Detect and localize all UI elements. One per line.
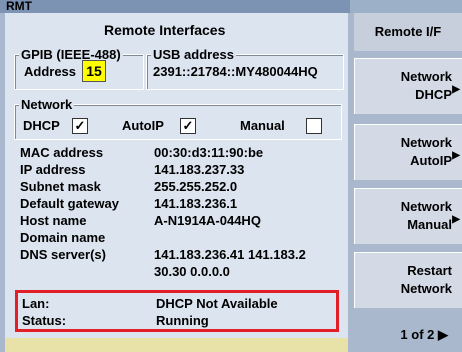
row-value: 141.183.236.1 [154,196,238,211]
softkey-label-line2: DHCP [415,87,452,102]
title-bar: RMT [0,0,350,13]
softkey-label-line1: Restart [407,263,452,278]
row-value: 00:30:d3:11:90:be [154,145,264,160]
lan-label: Lan: [22,296,50,311]
softkey-label-line2: Manual [407,217,452,232]
network-group: Network [14,98,342,140]
row-value: 255.255.252.0 [154,179,238,194]
row-value: 141.183.237.33 [154,162,245,177]
gpib-address-label: Address [24,64,77,79]
gpib-address-field[interactable]: 15 [82,60,106,82]
status-label: Status: [22,313,67,328]
title-bar-right [350,0,462,13]
page-indicator-label: 1 of 2 [400,327,435,342]
autoip-label: AutoIP [122,118,164,133]
network-legend: Network [19,97,75,112]
arrow-right-icon: ▶ [438,327,448,342]
softkey-label-line2: Network [400,281,452,296]
softkey-label-line1: Network [400,135,452,150]
softkey-network-autoip[interactable]: Network AutoIP ▶ [354,124,462,180]
row-key: MAC address [20,145,104,160]
row-key: Subnet mask [20,179,101,194]
softkey-label-line1: Network [400,199,452,214]
status-strip [5,338,348,352]
panel-title: Remote Interfaces [104,22,226,38]
usb-legend: USB address [151,47,236,62]
softkey-restart-network[interactable]: Restart Network [354,252,462,308]
softkey-label-line2: AutoIP [410,153,452,168]
arrow-right-icon: ▶ [452,149,460,161]
row-value: 30.30 0.0.0.0 [154,264,230,279]
row-key: Default gateway [20,196,119,211]
softkey-network-manual[interactable]: Network Manual ▶ [354,188,462,244]
row-key: DNS server(s) [20,247,106,262]
arrow-right-icon: ▶ [452,83,460,95]
usb-address-value: 2391::21784::MY480044HQ [153,64,318,79]
manual-label: Manual [240,118,285,133]
dhcp-label: DHCP [23,118,60,133]
arrow-right-icon: ▶ [452,213,460,225]
row-value: A-N1914A-044HQ [154,213,261,228]
status-value: Running [156,313,209,328]
autoip-checkbox[interactable]: ✓ [180,118,196,134]
lan-value: DHCP Not Available [156,296,278,311]
row-key: Host name [20,213,87,228]
gpib-legend: GPIB (IEEE-488) [19,47,123,62]
window-title: RMT [6,0,32,13]
softkey-header: Remote I/F [354,13,462,51]
row-key: IP address [20,162,86,177]
page-indicator[interactable]: 1 of 2 ▶ [354,318,462,352]
row-key: Domain name [20,230,106,245]
row-value: 141.183.236.41 141.183.2 [154,247,306,262]
manual-checkbox[interactable] [306,118,322,134]
softkey-label-line1: Network [400,69,452,84]
dhcp-checkbox[interactable]: ✓ [72,118,88,134]
softkey-network-dhcp[interactable]: Network DHCP ▶ [354,58,462,114]
